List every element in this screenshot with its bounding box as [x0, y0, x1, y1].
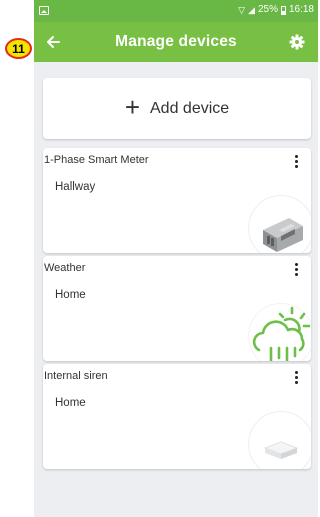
device-location: Hallway — [55, 181, 96, 193]
add-device-label: Add device — [150, 99, 230, 117]
device-card-internal-siren[interactable]: Internal siren Home — [43, 364, 311, 469]
battery-icon — [280, 5, 286, 15]
device-name: 1-Phase Smart Meter — [44, 154, 149, 166]
wifi-icon: ▽ — [238, 5, 246, 15]
more-options-icon[interactable] — [289, 152, 303, 170]
battery-percent: 25% — [257, 4, 278, 15]
gear-icon — [289, 34, 305, 50]
device-name: Weather — [44, 262, 86, 274]
phone-screen: ▽ ◢ 25% 16:18 Manage devices + Add devic… — [34, 0, 318, 517]
device-card-smart-meter[interactable]: 1-Phase Smart Meter Hallway — [43, 148, 311, 253]
device-location: Home — [55, 289, 86, 301]
plus-icon: + — [124, 92, 140, 122]
add-device-button[interactable]: + Add device — [43, 78, 311, 139]
status-icons: ▽ ◢ 25% 16:18 — [238, 4, 314, 16]
device-location: Home — [55, 397, 86, 409]
more-options-icon[interactable] — [289, 368, 303, 386]
step-number-badge: 11 — [5, 38, 32, 59]
smart-meter-icon — [248, 195, 311, 253]
settings-button[interactable] — [286, 31, 308, 53]
signal-icon: ◢ — [248, 5, 255, 15]
app-bar: Manage devices — [34, 22, 318, 62]
device-name: Internal siren — [44, 370, 108, 382]
weather-icon — [248, 303, 311, 361]
page-title: Manage devices — [115, 33, 237, 50]
clock: 16:18 — [288, 4, 314, 15]
more-options-icon[interactable] — [289, 260, 303, 278]
siren-icon — [248, 411, 311, 469]
device-card-weather[interactable]: Weather Home — [43, 256, 311, 361]
status-bar: ▽ ◢ 25% 16:18 — [34, 0, 318, 22]
image-notification-icon — [39, 6, 49, 15]
